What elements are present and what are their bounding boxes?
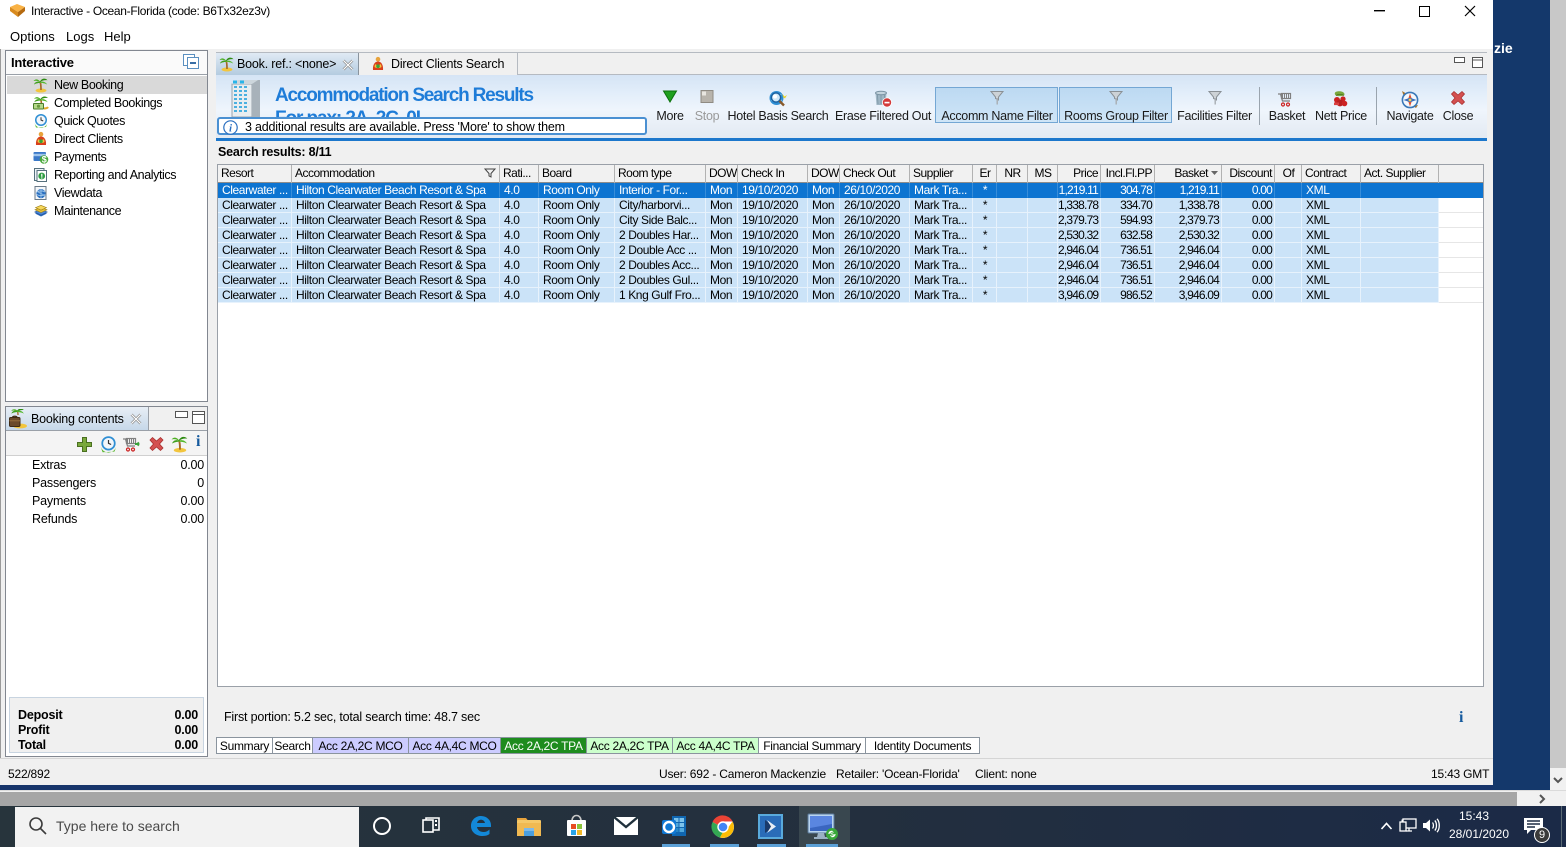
svg-text:$: $ — [830, 832, 834, 839]
svg-text:$: $ — [42, 155, 47, 165]
